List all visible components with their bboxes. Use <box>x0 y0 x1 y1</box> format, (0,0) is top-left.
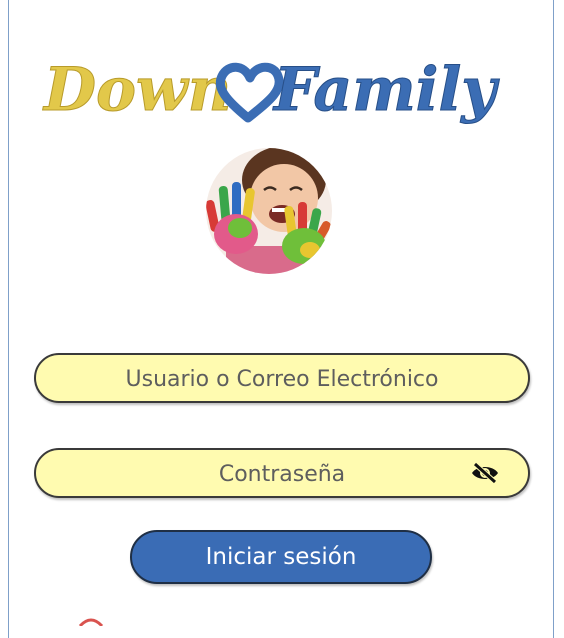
password-field[interactable] <box>34 448 530 498</box>
username-field[interactable] <box>34 353 530 403</box>
logo-text-family: Family <box>272 55 500 125</box>
login-button[interactable]: Iniciar sesión <box>130 530 432 584</box>
username-input[interactable] <box>56 355 508 403</box>
password-input[interactable] <box>56 450 508 498</box>
eye-slash-icon[interactable] <box>470 461 500 485</box>
down-family-logo: Down Family <box>42 55 501 126</box>
partial-icon <box>78 618 104 626</box>
logo-text-down: Down <box>42 55 231 125</box>
child-photo <box>206 148 332 274</box>
